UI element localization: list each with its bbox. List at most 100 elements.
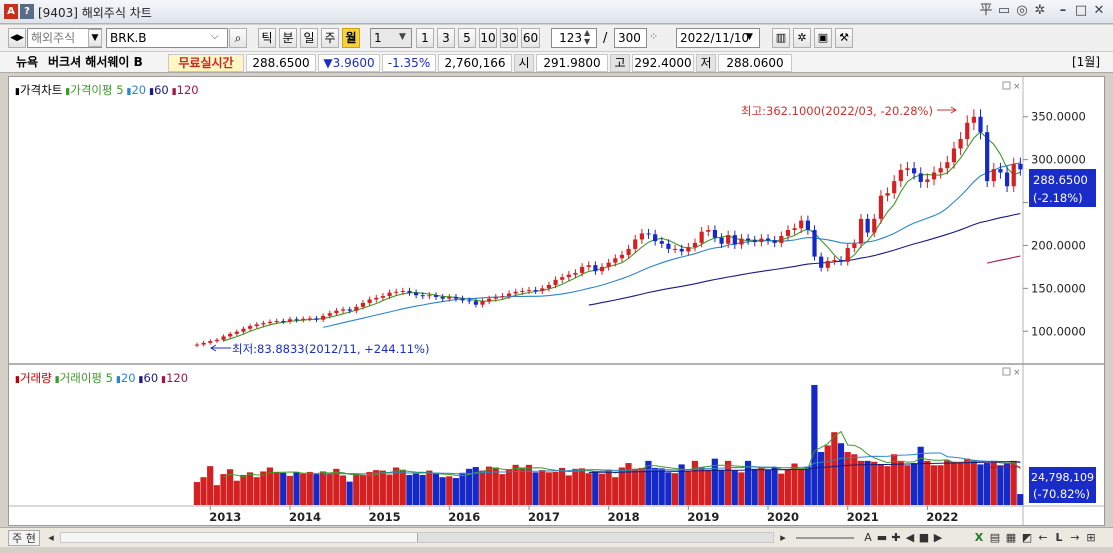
volume-legend-item[interactable]: ▮거래량 — [15, 371, 52, 385]
volume-bar — [678, 464, 685, 505]
chevron-down-icon[interactable]: ⌵ — [211, 31, 219, 42]
print-icon[interactable]: ▤ — [988, 530, 1002, 546]
current-volume-label: 24,798,109 — [1031, 471, 1094, 484]
excel-icon[interactable]: X — [972, 530, 986, 546]
volume-bar — [877, 463, 884, 505]
chart-icon[interactable]: ▥ — [772, 28, 790, 48]
scroll-right-icon[interactable]: ▸ — [776, 530, 790, 546]
volume-value: 2,760,166 — [438, 54, 512, 72]
candle-body — [865, 218, 870, 233]
volume-bar — [605, 469, 612, 505]
zoom-in-icon[interactable]: ✚ — [890, 530, 902, 546]
tools-icon[interactable]: ⚒ — [835, 28, 853, 48]
expand-panel-icon[interactable]: ◀▶ — [8, 28, 26, 48]
price-legend-item[interactable]: ▮가격차트 — [15, 83, 62, 97]
candle-body — [752, 240, 757, 243]
volume-legend-item[interactable]: ▮60 — [139, 371, 159, 385]
volume-bar — [439, 477, 446, 505]
volume-bar — [977, 464, 984, 505]
candle-body — [274, 320, 279, 322]
volume-panel-max-icon[interactable] — [1002, 367, 1011, 376]
period-week-button[interactable]: 주 — [321, 28, 339, 48]
volume-bar — [333, 468, 340, 505]
period-day-button[interactable]: 일 — [300, 28, 318, 48]
candle-body — [467, 300, 472, 302]
period-tick-button[interactable]: 틱 — [258, 28, 276, 48]
candle-body — [566, 274, 571, 278]
gear-icon[interactable]: ✲ — [1032, 3, 1048, 19]
price-legend-item[interactable]: ▮20 — [127, 83, 147, 97]
candle-body — [221, 336, 226, 340]
save-icon[interactable]: ▣ — [814, 28, 832, 48]
interval-5-button[interactable]: 5 — [458, 28, 476, 48]
price-legend-item[interactable]: ▮가격이평 5 — [65, 83, 123, 97]
volume-legend-item[interactable]: ▮거래이평 5 — [55, 371, 113, 385]
time-tick-label: 2017 — [528, 510, 560, 524]
grid-icon[interactable]: ▦ — [1004, 530, 1018, 546]
period-minute-button[interactable]: 분 — [279, 28, 297, 48]
camera-icon[interactable]: ◎ — [1014, 3, 1030, 19]
close-icon[interactable]: ✕ — [1091, 3, 1107, 19]
symbol-input[interactable]: BRK.B — [106, 28, 228, 48]
volume-bar — [426, 470, 433, 505]
volume-bar — [904, 465, 911, 505]
price-panel-close-icon[interactable]: × — [1013, 82, 1021, 92]
last-icon[interactable]: L — [1052, 530, 1066, 546]
expand-icon[interactable]: ⊞ — [1084, 530, 1098, 546]
horizontal-scrollbar[interactable] — [60, 532, 774, 543]
price-legend-item[interactable]: ▮120 — [172, 83, 199, 97]
interval-30-button[interactable]: 30 — [500, 28, 518, 48]
interval-10-button[interactable]: 10 — [479, 28, 497, 48]
interval-1-button[interactable]: 1 — [416, 28, 434, 48]
zoom-out-icon[interactable]: ▬ — [876, 530, 888, 546]
app-badge[interactable]: A — [4, 4, 18, 19]
scroll-left-icon[interactable]: ◂ — [44, 530, 58, 546]
interval-3-button[interactable]: 3 — [437, 28, 455, 48]
maximize-icon[interactable]: □ — [1073, 3, 1089, 19]
scrollbar-thumb[interactable] — [417, 533, 773, 542]
total-input[interactable]: 300 — [614, 28, 647, 48]
chart-svg[interactable]: 100.0000150.0000200.0000250.0000300.0000… — [9, 77, 1104, 525]
candle-body — [633, 239, 638, 249]
frame-icon[interactable]: ▭ — [996, 3, 1012, 19]
volume-bar — [625, 463, 632, 505]
candle-body — [945, 162, 950, 169]
realtime-badge[interactable]: 무료실시간 — [168, 54, 244, 72]
price-legend-item[interactable]: ▮60 — [149, 83, 169, 97]
candle-body — [540, 288, 545, 291]
candle-body — [493, 296, 498, 299]
back-icon[interactable]: ← — [1036, 530, 1050, 546]
candle-body — [1004, 172, 1010, 187]
search-icon[interactable]: ⌕ — [229, 28, 247, 48]
interval-60-button[interactable]: 60 — [521, 28, 540, 48]
date-dropdown-icon[interactable]: ▼ — [746, 32, 753, 42]
interval-dropdown-icon[interactable]: ▼ — [399, 32, 406, 42]
period-toggle-button[interactable]: 주 현 — [8, 530, 40, 546]
volume-bar — [300, 473, 307, 505]
minimize-icon[interactable]: – — [1055, 3, 1071, 19]
candle-body — [420, 295, 425, 297]
period-month-button[interactable]: 월 — [342, 28, 360, 48]
stop-icon[interactable]: ■ — [918, 530, 930, 546]
volume-panel-close-icon[interactable]: × — [1013, 368, 1021, 378]
dots-grid-icon[interactable]: ⁘ — [649, 30, 658, 43]
play-icon[interactable]: ▶ — [932, 530, 944, 546]
market-dropdown-icon[interactable]: ▼ — [88, 29, 102, 47]
zoom-slider[interactable] — [796, 537, 854, 539]
forward-icon[interactable]: → — [1068, 530, 1082, 546]
volume-legend-item[interactable]: ▮120 — [161, 371, 188, 385]
volume-bar — [240, 474, 247, 505]
candle-body — [666, 243, 671, 249]
candle-body — [858, 218, 864, 244]
font-size-icon[interactable]: A — [862, 530, 874, 546]
image-icon[interactable]: ◩ — [1020, 530, 1034, 546]
candle-body — [838, 260, 844, 262]
help-badge[interactable]: ? — [20, 4, 34, 19]
candle-body — [938, 168, 943, 173]
pin-icon[interactable]: 平 — [978, 3, 994, 19]
volume-legend-item[interactable]: ▮20 — [116, 371, 136, 385]
settings-icon[interactable]: ✲ — [793, 28, 811, 48]
stepper-arrows-icon[interactable]: ▲ ▼ — [584, 28, 590, 46]
price-tick-label: 150.0000 — [1031, 281, 1086, 295]
first-icon[interactable]: ◀ — [904, 530, 916, 546]
